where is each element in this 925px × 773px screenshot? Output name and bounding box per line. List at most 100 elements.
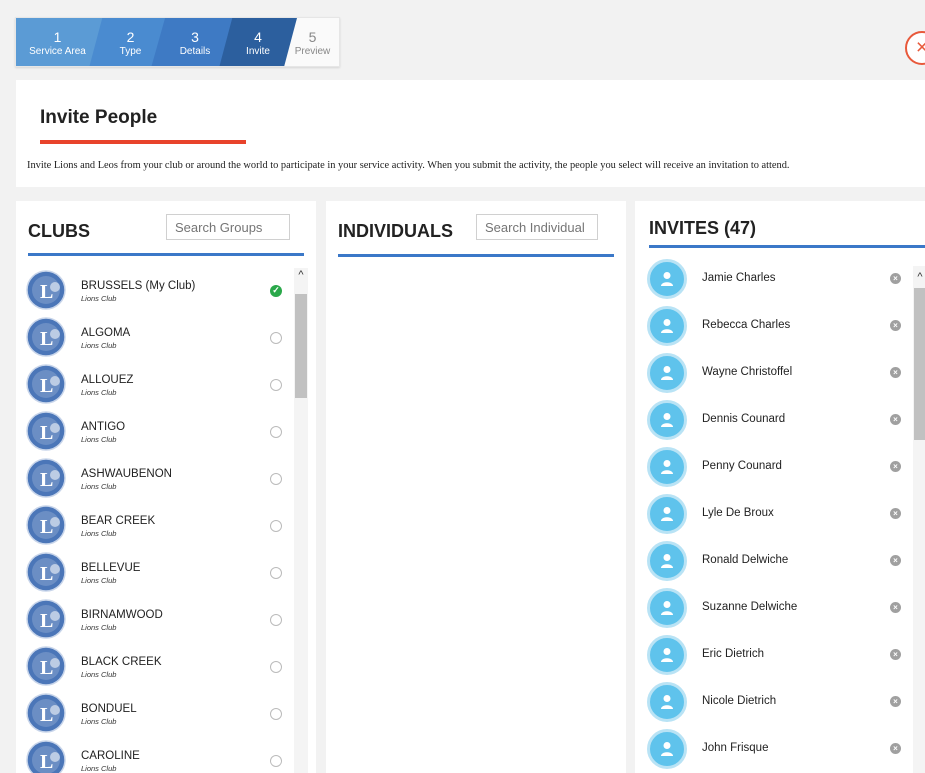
invitee-name: Dennis Counard: [702, 413, 786, 425]
person-icon: [661, 695, 673, 709]
club-type: Lions Club: [81, 670, 117, 679]
club-row[interactable]: L ASHWAUBENON Lions Club: [16, 458, 296, 505]
avatar: [647, 259, 687, 299]
scrollbar-thumb[interactable]: [295, 294, 307, 398]
invitee-name: Eric Dietrich: [702, 648, 764, 660]
club-name: BIRNAMWOOD: [81, 609, 163, 621]
select-radio[interactable]: [270, 473, 282, 485]
select-radio[interactable]: [270, 332, 282, 344]
lions-logo-icon: L: [26, 646, 66, 686]
club-name: ALLOUEZ: [81, 374, 134, 386]
scrollbar-thumb[interactable]: [914, 288, 925, 440]
club-row[interactable]: L BELLEVUE Lions Club: [16, 552, 296, 599]
avatar: [647, 682, 687, 722]
club-row[interactable]: L ALGOMA Lions Club: [16, 317, 296, 364]
search-individual-input[interactable]: [476, 214, 598, 240]
club-row[interactable]: L BIRNAMWOOD Lions Club: [16, 599, 296, 646]
avatar: [647, 729, 687, 769]
remove-icon[interactable]: ×: [890, 414, 901, 425]
club-name: ASHWAUBENON: [81, 468, 172, 480]
invite-row: Suzanne Delwiche ×: [635, 588, 907, 634]
page-description: Invite Lions and Leos from your club or …: [27, 160, 790, 171]
invites-underline: [649, 245, 925, 248]
select-radio[interactable]: [270, 520, 282, 532]
scroll-up-icon[interactable]: ^: [913, 270, 925, 284]
invite-row: Nicole Dietrich ×: [635, 682, 907, 728]
club-row[interactable]: L BONDUEL Lions Club: [16, 693, 296, 740]
clubs-scrollbar[interactable]: ^: [294, 268, 308, 773]
remove-icon[interactable]: ×: [890, 602, 901, 613]
club-row[interactable]: L BRUSSELS (My Club) Lions Club: [16, 270, 296, 317]
remove-icon[interactable]: ×: [890, 367, 901, 378]
club-type: Lions Club: [81, 341, 117, 350]
remove-icon[interactable]: ×: [890, 696, 901, 707]
invitee-name: Penny Counard: [702, 460, 782, 472]
close-icon[interactable]: ×: [905, 31, 925, 65]
person-icon: [661, 460, 673, 474]
invite-row: Lyle De Broux ×: [635, 494, 907, 540]
invitee-name: Nicole Dietrich: [702, 695, 777, 707]
remove-icon[interactable]: ×: [890, 555, 901, 566]
club-row[interactable]: L ALLOUEZ Lions Club: [16, 364, 296, 411]
club-name: ANTIGO: [81, 421, 126, 433]
person-icon: [661, 601, 673, 615]
club-row[interactable]: L ANTIGO Lions Club: [16, 411, 296, 458]
remove-icon[interactable]: ×: [890, 508, 901, 519]
search-groups-input[interactable]: [166, 214, 290, 240]
individuals-title: INDIVIDUALS: [338, 221, 454, 241]
select-radio[interactable]: [270, 567, 282, 579]
person-icon: [661, 742, 673, 756]
selected-check-icon[interactable]: [270, 284, 282, 297]
wizard-step-preview[interactable]: 5 Preview: [284, 18, 339, 66]
avatar: [647, 588, 687, 628]
avatar: [647, 494, 687, 534]
remove-icon[interactable]: ×: [890, 320, 901, 331]
individuals-panel: INDIVIDUALS: [326, 201, 626, 773]
select-radio[interactable]: [270, 661, 282, 673]
avatar: [647, 306, 687, 346]
club-name: BELLEVUE: [81, 562, 141, 574]
step-number: 1: [53, 29, 62, 45]
remove-icon[interactable]: ×: [890, 273, 901, 284]
lions-logo-icon: L: [26, 411, 66, 451]
invite-row: Dennis Counard ×: [635, 400, 907, 446]
invite-row: Ronald Delwiche ×: [635, 541, 907, 587]
club-row[interactable]: L CAROLINE Lions Club: [16, 740, 296, 773]
remove-icon[interactable]: ×: [890, 743, 901, 754]
invite-row: Penny Counard ×: [635, 447, 907, 493]
invites-scrollbar[interactable]: ^: [913, 266, 925, 773]
select-radio[interactable]: [270, 614, 282, 626]
club-row[interactable]: L BLACK CREEK Lions Club: [16, 646, 296, 693]
club-row[interactable]: L BEAR CREEK Lions Club: [16, 505, 296, 552]
club-type: Lions Club: [81, 388, 117, 397]
title-underline: [40, 140, 246, 144]
lions-logo-icon: L: [26, 552, 66, 592]
invites-title: INVITES (47): [649, 218, 757, 238]
clubs-underline: [28, 253, 304, 256]
avatar: [647, 447, 687, 487]
lions-logo-icon: L: [26, 693, 66, 733]
invite-row: Wayne Christoffel ×: [635, 353, 907, 399]
club-name: BLACK CREEK: [81, 656, 162, 668]
individuals-underline: [338, 254, 614, 257]
person-icon: [661, 319, 673, 333]
scroll-up-icon[interactable]: ^: [294, 268, 308, 282]
invitee-name: John Frisque: [702, 742, 769, 754]
club-name: ALGOMA: [81, 327, 131, 339]
lions-logo-icon: L: [26, 317, 66, 357]
select-radio[interactable]: [270, 755, 282, 767]
remove-icon[interactable]: ×: [890, 461, 901, 472]
club-name: BRUSSELS (My Club): [81, 280, 196, 292]
person-icon: [661, 554, 673, 568]
club-type: Lions Club: [81, 764, 117, 773]
select-radio[interactable]: [270, 708, 282, 720]
select-radio[interactable]: [270, 379, 282, 391]
avatar: [647, 635, 687, 675]
person-icon: [661, 272, 673, 286]
page-title: Invite People: [40, 107, 158, 128]
invitee-name: Rebecca Charles: [702, 319, 791, 331]
person-icon: [661, 648, 673, 662]
select-radio[interactable]: [270, 426, 282, 438]
avatar: [647, 400, 687, 440]
remove-icon[interactable]: ×: [890, 649, 901, 660]
